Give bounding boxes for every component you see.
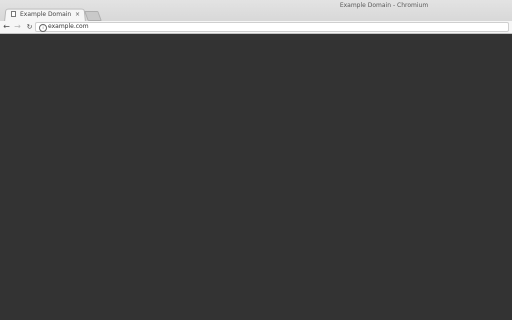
title-bar: Example Domain - Chromium Example Domain… [0, 0, 512, 22]
tab-title: Example Domain [20, 11, 72, 18]
address-bar[interactable]: i example.com [35, 22, 509, 32]
toolbar: ← → ↻ i example.com [0, 21, 512, 34]
back-arrow-icon[interactable]: ← [2, 22, 11, 32]
window-title: Example Domain - Chromium [339, 2, 429, 9]
new-tab-button[interactable] [84, 11, 102, 21]
info-icon[interactable]: i [39, 24, 47, 32]
reload-icon[interactable]: ↻ [25, 22, 34, 32]
browser-window: Example Domain - Chromium Example Domain… [0, 0, 512, 320]
forward-arrow-icon[interactable]: → [13, 22, 22, 32]
close-tab-icon[interactable]: × [75, 10, 80, 19]
page-viewport [0, 34, 512, 320]
page-icon [11, 11, 16, 17]
url-text[interactable]: example.com [48, 23, 89, 31]
tab-example-domain[interactable]: Example Domain × [4, 8, 84, 21]
